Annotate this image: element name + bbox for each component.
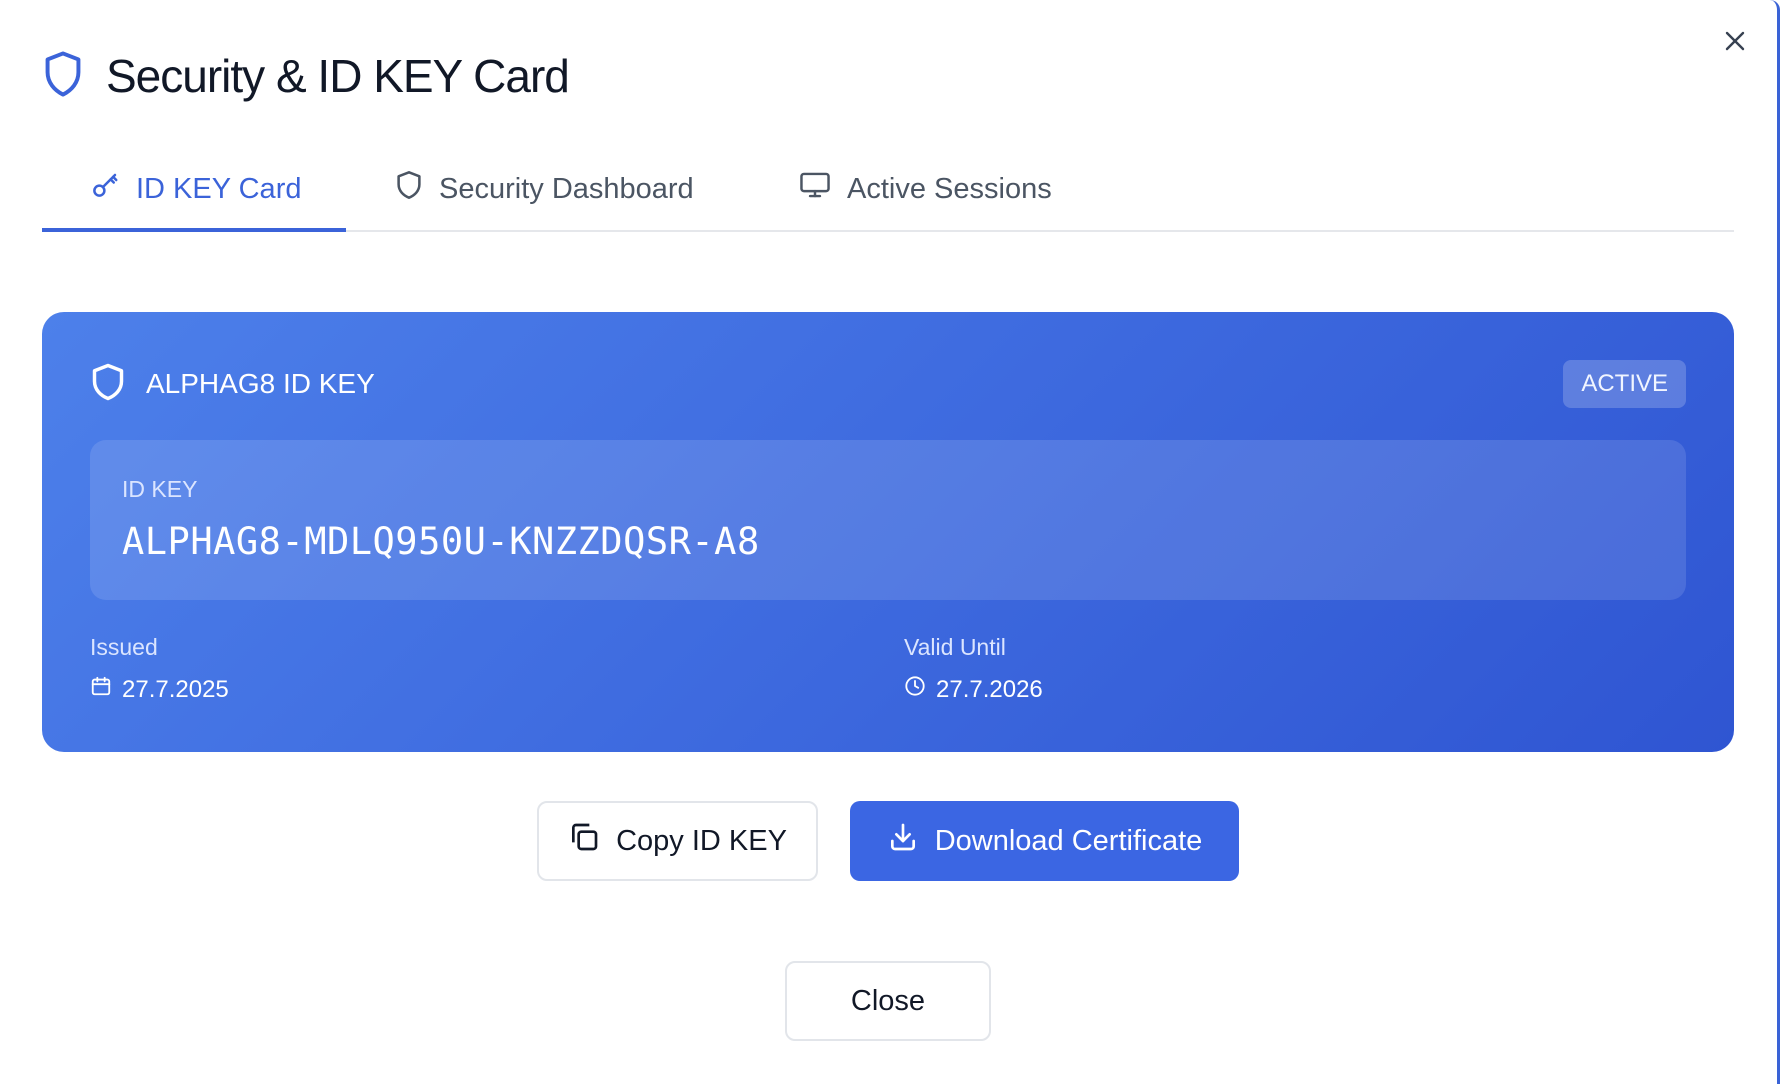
shield-icon (42, 50, 84, 103)
copy-button-label: Copy ID KEY (616, 824, 787, 857)
active-tab-indicator (42, 228, 346, 232)
card-header: ALPHAG8 ID KEY (90, 362, 375, 406)
copy-icon (568, 821, 600, 861)
tab-id-key-card[interactable]: ID KEY Card (90, 150, 301, 228)
calendar-icon (90, 675, 112, 704)
id-key-label: ID KEY (122, 476, 198, 502)
tab-label: Security Dashboard (439, 172, 694, 205)
status-badge: ACTIVE (1563, 360, 1686, 408)
copy-id-key-button[interactable]: Copy ID KEY (537, 801, 818, 881)
card-title: ALPHAG8 ID KEY (146, 368, 375, 399)
key-icon (90, 170, 120, 208)
valid-until-date: 27.7.2026 (936, 675, 1043, 703)
security-dialog: Security & ID KEY Card ID KEY Card Secur… (0, 0, 1780, 1084)
tab-bar: ID KEY Card Security Dashboard Active Se… (42, 150, 1734, 232)
close-button[interactable]: Close (785, 961, 991, 1041)
shield-icon (90, 362, 126, 407)
dialog-title: Security & ID KEY Card (106, 50, 570, 102)
issued-info: Issued 27.7.2025 (90, 634, 229, 704)
tab-label: Active Sessions (847, 172, 1052, 205)
tab-security-dashboard[interactable]: Security Dashboard (395, 150, 694, 228)
clock-icon (904, 675, 926, 704)
download-icon (887, 821, 919, 861)
tab-label: ID KEY Card (136, 172, 302, 205)
close-button-label: Close (850, 984, 926, 1017)
issued-date: 27.7.2025 (122, 675, 229, 703)
issued-label: Issued (90, 634, 158, 660)
shield-icon (395, 170, 423, 208)
tab-active-sessions[interactable]: Active Sessions (799, 150, 1052, 228)
download-certificate-button[interactable]: Download Certificate (850, 801, 1239, 881)
dialog-header: Security & ID KEY Card (42, 46, 570, 106)
valid-until-label: Valid Until (904, 634, 1006, 660)
close-icon[interactable] (1718, 24, 1752, 58)
monitor-icon (799, 170, 831, 208)
valid-until-info: Valid Until 27.7.2026 (904, 634, 1043, 704)
download-button-label: Download Certificate (934, 824, 1203, 857)
id-key-value: ALPHAG8-MDLQ950U-KNZZDQSR-A8 (122, 520, 760, 563)
id-key-box: ID KEY ALPHAG8-MDLQ950U-KNZZDQSR-A8 (90, 440, 1686, 600)
id-key-card: ALPHAG8 ID KEY ACTIVE ID KEY ALPHAG8-MDL… (42, 312, 1734, 752)
